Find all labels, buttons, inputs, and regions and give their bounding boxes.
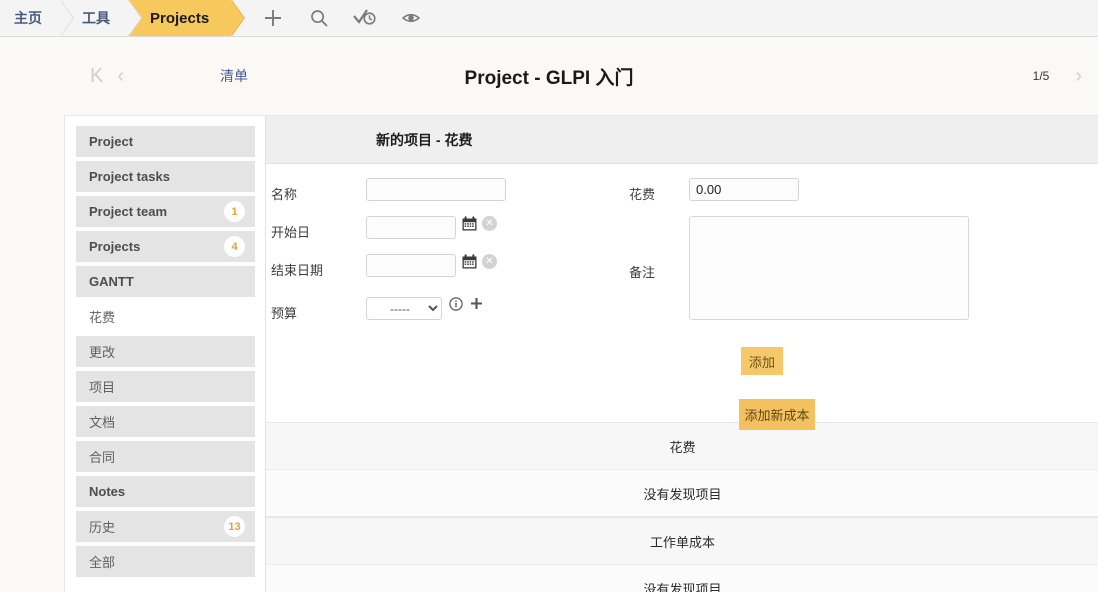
ticket-costs-table-header: 工作单成本 [266, 518, 1098, 565]
clear-date-icon[interactable]: ✕ [482, 254, 497, 269]
sidebar-badge: 1 [224, 201, 245, 222]
plus-icon[interactable] [261, 6, 285, 30]
eye-icon[interactable] [399, 6, 423, 30]
sidebar-item-label: Projects [89, 239, 141, 254]
record-nav-arrows: K ‹ [90, 66, 124, 86]
name-input[interactable] [366, 178, 506, 201]
sidebar-item-project-tasks[interactable]: Project tasks [76, 161, 255, 192]
first-record-icon[interactable]: K [90, 66, 103, 86]
sidebar-item-costs[interactable]: 花费 [76, 301, 255, 332]
add-button-row: 添加 [629, 333, 1098, 375]
sidebar-item-label: 历史 [89, 520, 116, 535]
sidebar-item-items[interactable]: 项目 [76, 371, 255, 402]
sidebar: Project Project tasks Project team 1 Pro… [65, 116, 266, 592]
breadcrumb-item-home[interactable]: 主页 [0, 0, 74, 36]
cost-form: 名称 开始日 ✕ 结束日期 ✕ 预算 ----- 花费 0.00 备注 添加 添… [266, 164, 1098, 430]
cost-input[interactable] [689, 178, 799, 201]
calendar-icon[interactable] [462, 254, 477, 269]
validation-icon[interactable] [353, 6, 377, 30]
sidebar-item-label: Project team [89, 204, 168, 219]
sidebar-item-label: 花费 [89, 310, 116, 325]
page-header: K ‹ 清单 Project - GLPI 入门 1/5 › [0, 37, 1098, 115]
sidebar-item-label: 全部 [89, 555, 116, 570]
add-new-cost-button[interactable]: 添加新成本 [739, 399, 815, 430]
sidebar-item-label: 项目 [89, 380, 116, 395]
clear-date-icon[interactable]: ✕ [482, 216, 497, 231]
field-row-cost: 花费 [629, 178, 1098, 203]
cost-label: 花费 [629, 187, 656, 202]
sidebar-item-projects[interactable]: Projects 4 [76, 231, 255, 262]
sidebar-item-changes[interactable]: 更改 [76, 336, 255, 367]
prev-record-icon[interactable]: ‹ [117, 66, 124, 86]
add-button[interactable]: 添加 [741, 347, 783, 375]
costs-table: 花费 没有发现项目 [266, 422, 1098, 517]
list-link[interactable]: 清单 [220, 66, 248, 86]
form-title-bar: 新的项目 - 花费 [266, 116, 1098, 164]
new-cost-button-row: 添加新成本 [629, 375, 1098, 430]
ticket-costs-table: 工作单成本 没有发现项目 [266, 517, 1098, 592]
notes-label: 备注 [629, 265, 656, 280]
sidebar-item-label: 合同 [89, 450, 116, 465]
sidebar-item-documents[interactable]: 文档 [76, 406, 255, 437]
end-date-label: 结束日期 [271, 263, 324, 278]
sidebar-badge: 13 [224, 516, 245, 537]
calendar-icon[interactable] [462, 216, 477, 231]
add-budget-icon[interactable] [470, 297, 483, 313]
sidebar-item-all[interactable]: 全部 [76, 546, 255, 577]
sidebar-item-label: 更改 [89, 345, 116, 360]
toolbar-icons [261, 0, 423, 36]
notes-textarea[interactable] [689, 216, 969, 320]
sidebar-item-project-team[interactable]: Project team 1 [76, 196, 255, 227]
next-record-icon[interactable]: › [1075, 66, 1082, 86]
record-pager: 1/5 › [1033, 66, 1082, 86]
info-icon[interactable] [449, 297, 463, 314]
sidebar-item-label: Project [89, 134, 134, 149]
page-title: Project - GLPI 入门 [464, 67, 634, 89]
sidebar-item-label: Project tasks [89, 169, 170, 184]
sidebar-item-gantt[interactable]: GANTT [76, 266, 255, 297]
breadcrumb-item-projects[interactable]: Projects [128, 0, 246, 36]
field-row-notes: 备注 [629, 216, 1098, 320]
name-label: 名称 [271, 187, 298, 202]
form-column-left: 名称 开始日 ✕ 结束日期 ✕ 预算 ----- [266, 178, 611, 422]
ticket-costs-table-empty-row: 没有发现项目 [266, 565, 1098, 592]
costs-table-empty-row: 没有发现项目 [266, 470, 1098, 517]
field-row-start-date: 开始日 ✕ [271, 216, 611, 241]
page-counter: 1/5 [1032, 69, 1050, 83]
start-date-input[interactable] [366, 216, 456, 239]
sidebar-badge: 4 [224, 236, 245, 257]
content-area: 新的项目 - 花费 名称 开始日 ✕ 结束日期 ✕ 预算 ----- 花费 0.… [266, 116, 1098, 592]
search-icon[interactable] [307, 6, 331, 30]
field-row-name: 名称 [271, 178, 611, 203]
sidebar-item-notes[interactable]: Notes [76, 476, 255, 507]
sidebar-item-history[interactable]: 历史 13 [76, 511, 255, 542]
costs-table-header: 花费 [266, 423, 1098, 470]
end-date-input[interactable] [366, 254, 456, 277]
sidebar-item-label: Notes [89, 484, 126, 499]
field-row-budget: 预算 ----- [271, 297, 611, 322]
top-breadcrumb-bar: 主页 工具 Projects [0, 0, 1098, 37]
sidebar-item-label: GANTT [89, 274, 134, 289]
start-date-label: 开始日 [271, 225, 311, 240]
sidebar-item-project[interactable]: Project [76, 126, 255, 157]
form-column-right: 花费 备注 添加 添加新成本 [611, 178, 1098, 430]
main-panel: Project Project tasks Project team 1 Pro… [64, 115, 1098, 592]
sidebar-item-label: 文档 [89, 415, 116, 430]
sidebar-item-contracts[interactable]: 合同 [76, 441, 255, 472]
field-row-end-date: 结束日期 ✕ [271, 254, 611, 279]
budget-select[interactable]: ----- [366, 297, 442, 320]
budget-label: 预算 [271, 306, 298, 321]
form-title-text: 新的项目 - 花费 [376, 131, 473, 148]
